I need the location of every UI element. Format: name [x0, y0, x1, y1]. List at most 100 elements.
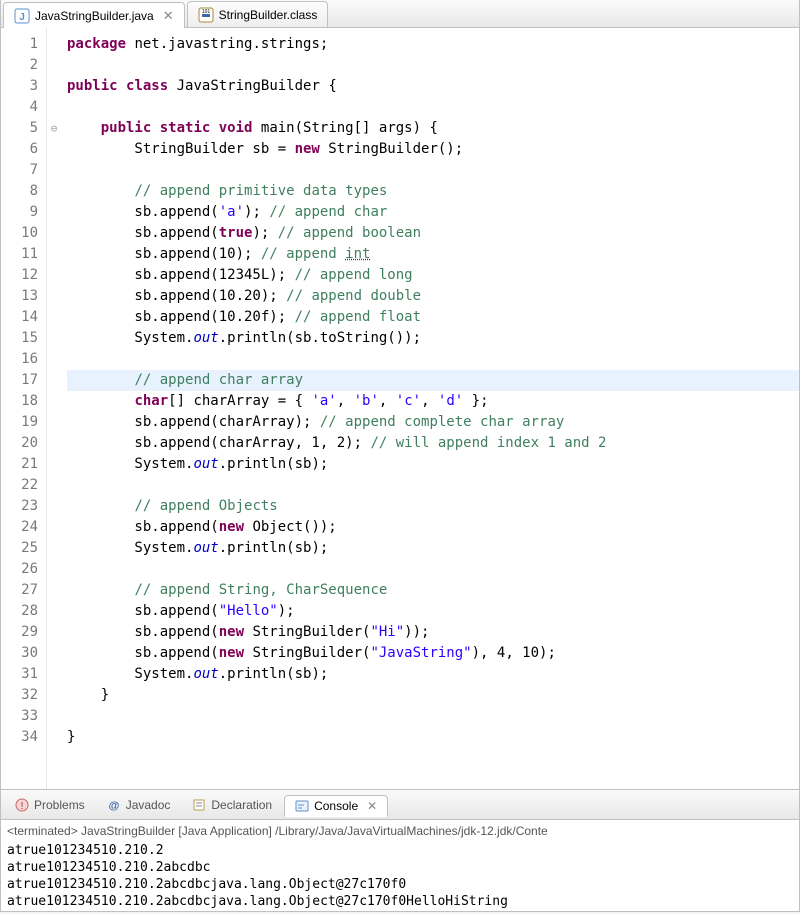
line-number: 20 [15, 433, 38, 454]
code-line[interactable]: } [67, 685, 799, 706]
code-line[interactable]: sb.append(12345L); // append long [67, 265, 799, 286]
line-number: 33 [15, 706, 38, 727]
console-line: atrue101234510.210.2 [7, 842, 793, 859]
line-number: 31 [15, 664, 38, 685]
line-number: 10 [15, 223, 38, 244]
line-number: 17 [15, 370, 38, 391]
line-number: 4 [15, 97, 38, 118]
problems-icon: ! [15, 798, 29, 812]
code-line[interactable]: sb.append(10); // append int [67, 244, 799, 265]
code-line[interactable]: System.out.println(sb.toString()); [67, 328, 799, 349]
code-line[interactable]: System.out.println(sb); [67, 538, 799, 559]
line-number: 26 [15, 559, 38, 580]
code-area: 1234567891011121314151617181920212223242… [1, 28, 799, 789]
code-line[interactable]: } [67, 727, 799, 748]
code-line[interactable]: sb.append(10.20); // append double [67, 286, 799, 307]
tab-label: StringBuilder.class [219, 8, 318, 22]
line-number: 24 [15, 517, 38, 538]
code-line[interactable]: sb.append(10.20f); // append float [67, 307, 799, 328]
code-line[interactable] [67, 706, 799, 727]
code-line[interactable]: sb.append(true); // append boolean [67, 223, 799, 244]
line-number: 8 [15, 181, 38, 202]
line-number: 15 [15, 328, 38, 349]
code-line[interactable] [67, 97, 799, 118]
editor-tab-active[interactable]: JJavaStringBuilder.java✕ [3, 2, 185, 28]
line-number: 9 [15, 202, 38, 223]
code-line[interactable]: System.out.println(sb); [67, 664, 799, 685]
bottom-panel: ! Problems @ Javadoc Declaration Console✕ <te… [0, 790, 800, 912]
code-line[interactable]: // append primitive data types [67, 181, 799, 202]
console-line: atrue101234510.210.2abcdbcjava.lang.Obje… [7, 893, 793, 910]
console-status: <terminated> JavaStringBuilder [Java App… [7, 823, 793, 840]
console-view[interactable]: <terminated> JavaStringBuilder [Java App… [1, 820, 799, 911]
line-number: 27 [15, 580, 38, 601]
line-number: 19 [15, 412, 38, 433]
code-line[interactable]: sb.append("Hello"); [67, 601, 799, 622]
fold-marker-strip: ⊖ [47, 28, 61, 789]
console-line: atrue101234510.210.2abcdbc [7, 859, 793, 876]
close-icon[interactable]: ✕ [163, 8, 174, 24]
fold-toggle-icon[interactable]: ⊖ [51, 118, 58, 139]
line-number: 16 [15, 349, 38, 370]
code-line[interactable]: char[] charArray = { 'a', 'b', 'c', 'd' … [67, 391, 799, 412]
line-number: 12 [15, 265, 38, 286]
bottom-tab-javadoc[interactable]: @ Javadoc [97, 795, 181, 815]
line-number: 30 [15, 643, 38, 664]
code-line[interactable]: public static void main(String[] args) { [67, 118, 799, 139]
bottom-tab-problems[interactable]: ! Problems [5, 795, 95, 815]
bottom-tab-label: Declaration [211, 798, 272, 812]
editor-tab-bar: JJavaStringBuilder.java✕ 101 StringBuilder… [1, 0, 799, 28]
line-number: 25 [15, 538, 38, 559]
code-line[interactable] [67, 349, 799, 370]
code-line[interactable]: sb.append(charArray, 1, 2); // will appe… [67, 433, 799, 454]
code-line[interactable]: System.out.println(sb); [67, 454, 799, 475]
declaration-icon [192, 798, 206, 812]
line-number: 5 [15, 118, 38, 139]
console-output: atrue101234510.210.2atrue101234510.210.2… [7, 842, 793, 910]
code-line[interactable]: StringBuilder sb = new StringBuilder(); [67, 139, 799, 160]
line-number: 29 [15, 622, 38, 643]
line-number: 34 [15, 727, 38, 748]
line-number: 21 [15, 454, 38, 475]
svg-text:J: J [19, 12, 25, 23]
javadoc-icon: @ [107, 798, 121, 812]
line-number: 7 [15, 160, 38, 181]
bottom-tab-console[interactable]: Console✕ [284, 795, 388, 817]
line-number: 18 [15, 391, 38, 412]
line-number-gutter: 1234567891011121314151617181920212223242… [1, 28, 47, 789]
line-number: 13 [15, 286, 38, 307]
code-line[interactable]: // append String, CharSequence [67, 580, 799, 601]
console-line: atrue101234510.210.2abcdbcjava.lang.Obje… [7, 876, 793, 893]
editor-tab[interactable]: 101 StringBuilder.class [187, 1, 329, 27]
line-number: 22 [15, 475, 38, 496]
code-line[interactable]: sb.append(new StringBuilder("JavaString"… [67, 643, 799, 664]
line-number: 6 [15, 139, 38, 160]
code-editor[interactable]: package net.javastring.strings; public c… [61, 28, 799, 789]
line-number: 32 [15, 685, 38, 706]
console-icon [295, 799, 309, 813]
svg-text:@: @ [108, 800, 119, 812]
code-line[interactable]: package net.javastring.strings; [67, 34, 799, 55]
code-line[interactable]: sb.append(new StringBuilder("Hi")); [67, 622, 799, 643]
code-line[interactable] [67, 559, 799, 580]
line-number: 28 [15, 601, 38, 622]
bottom-tab-bar: ! Problems @ Javadoc Declaration Console✕ [1, 790, 799, 820]
code-line[interactable]: sb.append('a'); // append char [67, 202, 799, 223]
bottom-tab-label: Javadoc [126, 798, 171, 812]
editor-area: JJavaStringBuilder.java✕ 101 StringBuilder… [0, 0, 800, 790]
code-line[interactable]: // append char array [67, 370, 799, 391]
line-number: 2 [15, 55, 38, 76]
svg-text:101: 101 [201, 9, 210, 15]
bottom-tab-declaration[interactable]: Declaration [182, 795, 282, 815]
line-number: 11 [15, 244, 38, 265]
code-line[interactable] [67, 55, 799, 76]
code-line[interactable]: public class JavaStringBuilder { [67, 76, 799, 97]
bottom-tab-label: Problems [34, 798, 85, 812]
code-line[interactable] [67, 475, 799, 496]
code-line[interactable] [67, 160, 799, 181]
code-line[interactable]: sb.append(new Object()); [67, 517, 799, 538]
line-number: 3 [15, 76, 38, 97]
close-icon[interactable]: ✕ [367, 799, 377, 813]
code-line[interactable]: // append Objects [67, 496, 799, 517]
code-line[interactable]: sb.append(charArray); // append complete… [67, 412, 799, 433]
